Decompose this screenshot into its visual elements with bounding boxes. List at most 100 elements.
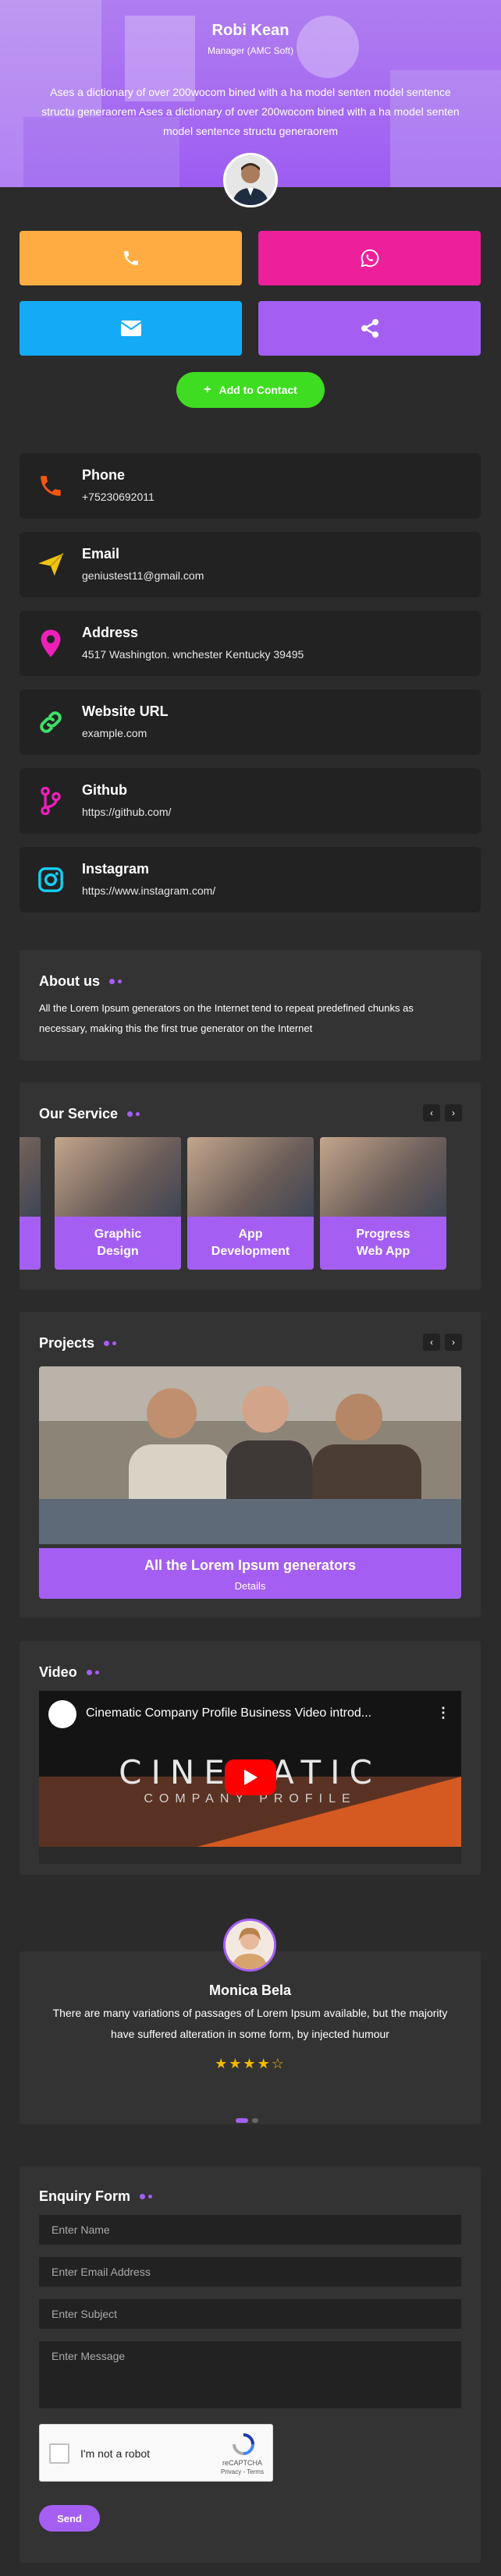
about-text: All the Lorem Ipsum generators on the In… bbox=[39, 1002, 414, 1034]
project-card[interactable]: All the Lorem Ipsum generators Details bbox=[39, 1366, 461, 1599]
contact-value: 4517 Washington. wnchester Kentucky 3949… bbox=[82, 648, 304, 661]
project-image bbox=[39, 1366, 461, 1544]
subject-input[interactable]: Enter Subject bbox=[39, 2299, 461, 2329]
play-button[interactable] bbox=[225, 1759, 276, 1795]
contact-value: +75230692011 bbox=[82, 491, 155, 503]
projects-title: Projects bbox=[39, 1335, 95, 1351]
contact-value: geniustest11@gmail.com bbox=[82, 569, 204, 582]
service-card[interactable]: Graphic Design bbox=[55, 1137, 181, 1270]
testimonial-name: Monica Bela bbox=[208, 1982, 292, 1998]
contact-title: Address bbox=[82, 625, 139, 640]
service-image bbox=[187, 1137, 314, 1217]
section-title: Video bbox=[39, 1664, 99, 1681]
title-dots-icon bbox=[140, 2194, 153, 2199]
send-button[interactable]: Send bbox=[39, 2505, 100, 2532]
name-input[interactable]: Enter Name bbox=[39, 2215, 461, 2245]
video-player[interactable]: Cinematic Company Profile Business Video… bbox=[39, 1691, 461, 1864]
play-icon bbox=[244, 1770, 258, 1785]
testimonial-avatar bbox=[223, 1919, 276, 1972]
share-button[interactable] bbox=[258, 301, 481, 356]
section-title: About us bbox=[39, 973, 122, 990]
contact-title: Github bbox=[82, 782, 127, 798]
recaptcha-label: I'm not a robot bbox=[80, 2447, 151, 2460]
whatsapp-button[interactable] bbox=[258, 231, 481, 285]
video-section: Video Cinematic Company Profile Business… bbox=[20, 1641, 481, 1875]
next-arrow-icon[interactable]: › bbox=[445, 1334, 462, 1351]
projects-section: Projects ‹ › All the Lorem Ipsum generat… bbox=[20, 1312, 481, 1618]
service-card-partial[interactable] bbox=[20, 1137, 41, 1270]
service-label bbox=[20, 1217, 41, 1270]
service-image bbox=[55, 1137, 181, 1217]
phone-icon bbox=[35, 470, 66, 501]
profile-name: Robi Kean bbox=[211, 22, 290, 39]
contact-value: example.com bbox=[82, 727, 147, 739]
recaptcha-terms[interactable]: Privacy - Terms bbox=[221, 2468, 264, 2475]
add-to-contact-label: Add to Contact bbox=[219, 384, 297, 396]
service-card[interactable]: App Development bbox=[187, 1137, 314, 1270]
title-dots-icon bbox=[86, 1670, 99, 1675]
contact-card-email[interactable]: Email geniustest11@gmail.com bbox=[20, 532, 481, 597]
section-title: Enquiry Form bbox=[39, 2188, 153, 2205]
service-card[interactable]: Progress Web App bbox=[320, 1137, 446, 1270]
prev-arrow-icon[interactable]: ‹ bbox=[423, 1104, 440, 1121]
service-label: Graphic Design bbox=[94, 1228, 142, 1258]
add-to-contact-button[interactable]: + Add to Contact bbox=[176, 372, 325, 408]
about-section: About us All the Lorem Ipsum generators … bbox=[20, 950, 481, 1061]
contact-title: Email bbox=[82, 546, 120, 562]
contact-card-github[interactable]: Github https://github.com/ bbox=[20, 768, 481, 834]
title-dots-icon bbox=[104, 1341, 117, 1346]
video-channel-logo bbox=[48, 1700, 76, 1728]
recaptcha-logo-icon bbox=[233, 2433, 254, 2455]
testimonial-pager bbox=[236, 2118, 258, 2123]
contact-card-instagram[interactable]: Instagram https://www.instagram.com/ bbox=[20, 847, 481, 912]
recaptcha-brand: reCAPTCHA bbox=[222, 2459, 263, 2467]
message-textarea[interactable]: Enter Message bbox=[39, 2341, 461, 2408]
contact-card-website[interactable]: Website URL example.com bbox=[20, 689, 481, 755]
pager-dot[interactable] bbox=[252, 2118, 258, 2123]
service-image bbox=[20, 1137, 41, 1217]
services-title: Our Service bbox=[39, 1106, 119, 1121]
profile-role: Manager (AMC Soft) bbox=[207, 45, 294, 56]
services-section: Our Service ‹ › Graphic Design App Devel… bbox=[20, 1082, 481, 1290]
project-caption: All the Lorem Ipsum generators Details bbox=[39, 1548, 461, 1599]
pager-dot-active[interactable] bbox=[236, 2118, 248, 2123]
branch-icon bbox=[35, 785, 66, 817]
video-title-text: Cinematic Company Profile Business Video… bbox=[86, 1706, 372, 1720]
about-title: About us bbox=[39, 973, 100, 989]
section-title: Our Service bbox=[39, 1106, 140, 1122]
enquiry-section: Enquiry Form Enter Name Enter Email Addr… bbox=[20, 2167, 481, 2563]
recaptcha-box: I'm not a robot reCAPTCHA Privacy - Term… bbox=[39, 2424, 273, 2482]
next-arrow-icon[interactable]: › bbox=[445, 1104, 462, 1121]
enquiry-title: Enquiry Form bbox=[39, 2188, 131, 2204]
testimonial-text: There are many variations of passages of… bbox=[52, 2007, 448, 2040]
project-details-link[interactable]: Details bbox=[39, 1580, 461, 1592]
envelope-icon bbox=[119, 321, 142, 336]
video-title: Video bbox=[39, 1664, 77, 1680]
contact-value: https://github.com/ bbox=[82, 806, 172, 818]
service-image bbox=[320, 1137, 446, 1217]
email-input[interactable]: Enter Email Address bbox=[39, 2257, 461, 2287]
whatsapp-icon bbox=[360, 249, 378, 268]
recaptcha-checkbox[interactable] bbox=[49, 2443, 69, 2464]
plus-icon: + bbox=[204, 383, 211, 396]
email-button[interactable] bbox=[20, 301, 242, 356]
map-pin-icon bbox=[35, 628, 66, 659]
phone-icon bbox=[123, 251, 138, 265]
project-card-title: All the Lorem Ipsum generators bbox=[144, 1557, 357, 1573]
instagram-icon bbox=[35, 864, 66, 895]
testimonial-section: Monica Bela There are many variations of… bbox=[20, 1951, 481, 2124]
rating-stars-icon: ★★★★☆ bbox=[215, 2056, 286, 2071]
more-options-icon[interactable]: ⋮ bbox=[436, 1705, 450, 1721]
share-icon bbox=[361, 319, 378, 338]
send-icon bbox=[35, 549, 66, 580]
contact-value: https://www.instagram.com/ bbox=[82, 884, 216, 897]
contact-card-address[interactable]: Address 4517 Washington. wnchester Kentu… bbox=[20, 611, 481, 676]
contact-card-phone[interactable]: Phone +75230692011 bbox=[20, 453, 481, 519]
avatar bbox=[223, 153, 278, 207]
service-label: Progress Web App bbox=[356, 1228, 410, 1258]
call-button[interactable] bbox=[20, 231, 242, 285]
projects-carousel-nav: ‹ › bbox=[423, 1334, 462, 1351]
services-carousel-nav: ‹ › bbox=[423, 1104, 462, 1121]
prev-arrow-icon[interactable]: ‹ bbox=[423, 1334, 440, 1351]
service-label: App Development bbox=[211, 1228, 290, 1258]
